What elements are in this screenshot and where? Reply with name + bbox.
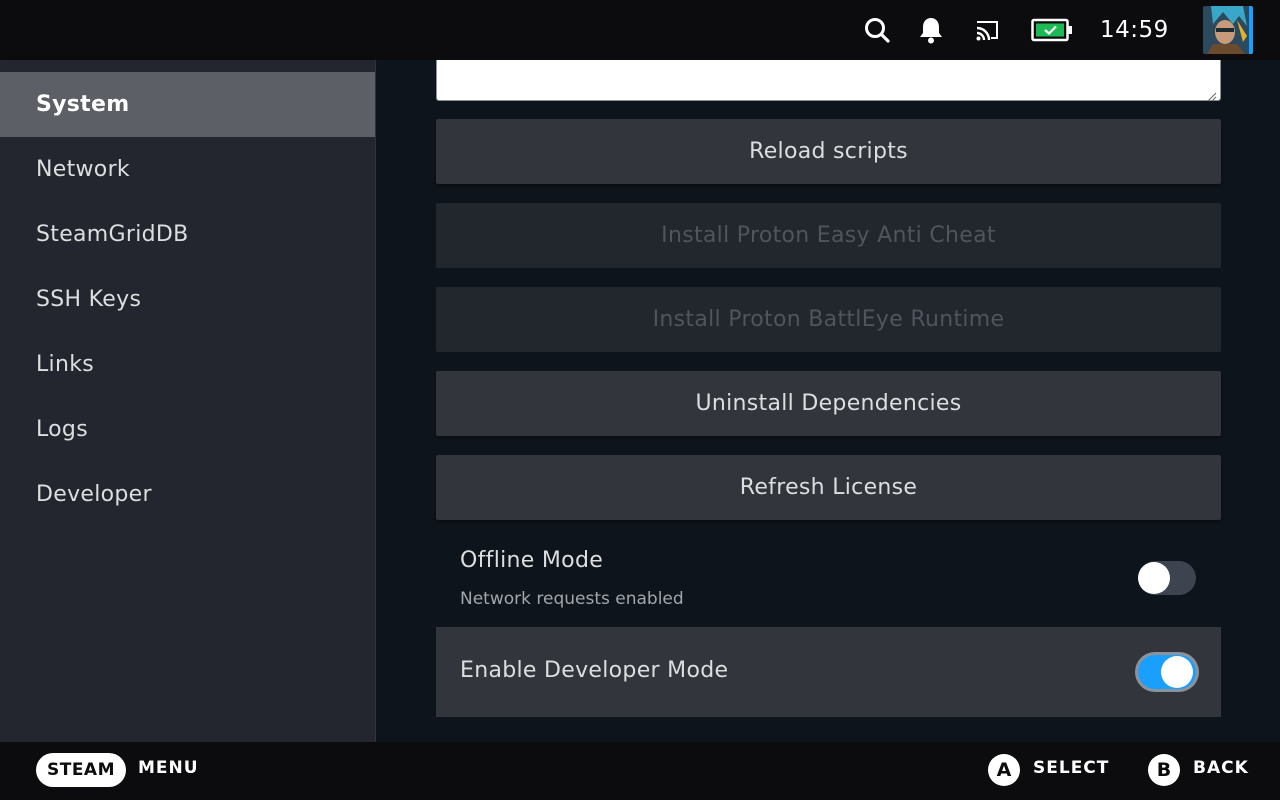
sidebar-item-links[interactable]: Links <box>0 332 375 397</box>
offline-mode-description: Network requests enabled <box>460 589 684 609</box>
sidebar-item-system[interactable]: System <box>0 72 375 137</box>
install-proton-battleye-button[interactable]: Install Proton BattlEye Runtime <box>436 287 1221 352</box>
offline-mode-label: Offline Mode <box>460 548 604 573</box>
bottom-hint-bar: STEAM MENU A SELECT B BACK <box>0 742 1280 800</box>
sidebar-item-network[interactable]: Network <box>0 137 375 202</box>
install-proton-eac-button[interactable]: Install Proton Easy Anti Cheat <box>436 203 1221 268</box>
back-hint-label: BACK <box>1193 758 1249 778</box>
sidebar-nav-list: System Network SteamGridDB SSH Keys Link… <box>0 72 375 527</box>
a-button-icon[interactable]: A <box>988 754 1020 786</box>
cast-icon[interactable] <box>971 14 1003 46</box>
developer-mode-row[interactable]: Enable Developer Mode <box>436 627 1221 717</box>
script-textarea[interactable] <box>436 60 1221 102</box>
toggle-knob <box>1161 656 1193 688</box>
sidebar-item-ssh-keys[interactable]: SSH Keys <box>0 267 375 332</box>
developer-mode-toggle[interactable] <box>1138 655 1196 689</box>
uninstall-dependencies-button[interactable]: Uninstall Dependencies <box>436 371 1221 436</box>
menu-hint-label: MENU <box>138 758 199 778</box>
sidebar-item-steamgriddb[interactable]: SteamGridDB <box>0 202 375 267</box>
top-status-bar: 14:59 <box>0 0 1280 60</box>
battery-icon[interactable] <box>1030 14 1074 46</box>
clock: 14:59 <box>1100 17 1169 43</box>
b-button-icon[interactable]: B <box>1148 754 1180 786</box>
sidebar-item-developer[interactable]: Developer <box>0 462 375 527</box>
steam-button[interactable]: STEAM <box>36 753 126 787</box>
reload-scripts-button[interactable]: Reload scripts <box>436 119 1221 184</box>
avatar[interactable] <box>1203 6 1253 54</box>
notification-bell-icon[interactable] <box>915 14 947 46</box>
settings-content-panel: Reload scripts Install Proton Easy Anti … <box>376 60 1280 742</box>
refresh-license-button[interactable]: Refresh License <box>436 455 1221 520</box>
offline-mode-toggle[interactable] <box>1138 561 1196 595</box>
resize-grip-icon[interactable] <box>1207 87 1217 102</box>
developer-mode-label: Enable Developer Mode <box>460 658 729 683</box>
settings-sidebar: System Network SteamGridDB SSH Keys Link… <box>0 60 376 742</box>
toggle-knob <box>1138 562 1170 594</box>
search-icon[interactable] <box>861 14 893 46</box>
offline-mode-row[interactable]: Offline Mode Network requests enabled <box>436 538 1221 626</box>
sidebar-item-logs[interactable]: Logs <box>0 397 375 462</box>
select-hint-label: SELECT <box>1033 758 1110 778</box>
